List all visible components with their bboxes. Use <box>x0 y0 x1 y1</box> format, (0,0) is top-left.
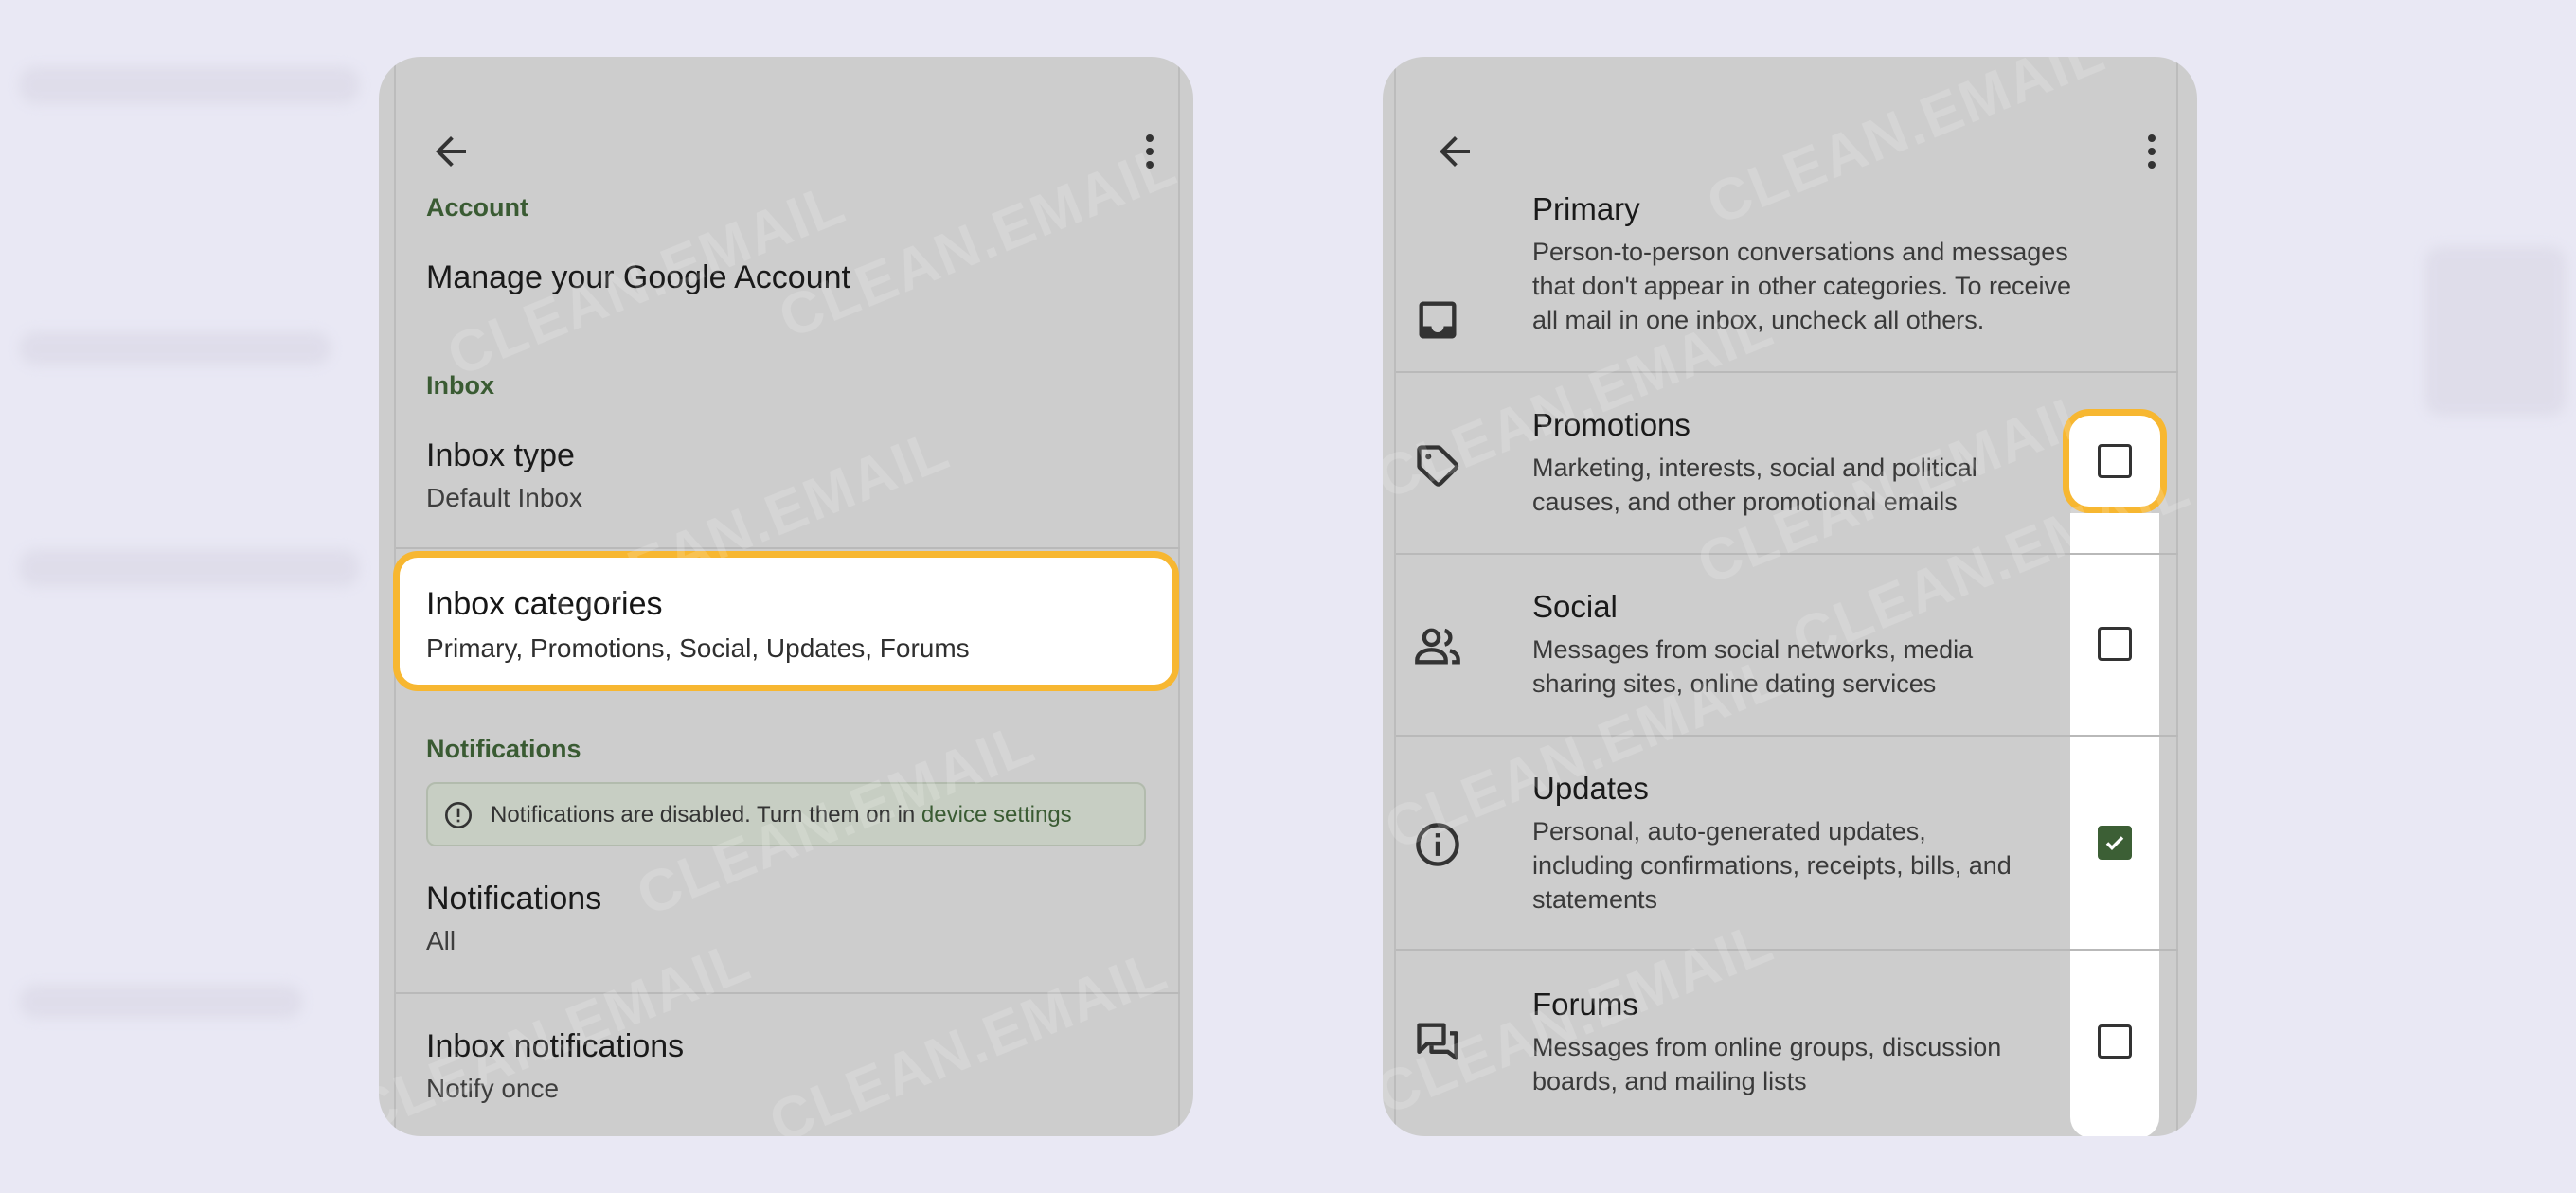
notifications-value: All <box>426 926 456 955</box>
section-notifications-label: Notifications <box>426 735 581 763</box>
divider <box>1396 371 2178 373</box>
updates-checkbox[interactable] <box>2098 826 2132 860</box>
divider <box>396 992 1180 994</box>
divider <box>1396 553 2178 555</box>
background-blur <box>19 985 303 1019</box>
inbox-categories-title: Inbox categories <box>426 586 663 622</box>
edge-line <box>1394 57 1396 1136</box>
divider <box>1396 949 2178 951</box>
notifications-title[interactable]: Notifications <box>426 881 601 917</box>
background-blur <box>19 331 331 365</box>
inbox-icon <box>1419 301 1457 339</box>
arrow-left-icon[interactable] <box>428 129 474 174</box>
category-title: Forums <box>1532 987 1638 1022</box>
category-description: Person-to-person conversations and messa… <box>1532 238 2072 334</box>
divider <box>396 547 1180 549</box>
inbox-categories-screen: Primary Person-to-person conversations a… <box>1383 57 2197 1136</box>
watermark: CLEAN.EMAIL <box>760 937 1177 1136</box>
category-title: Updates <box>1532 771 1649 806</box>
forum-icon <box>1417 1023 1458 1060</box>
inbox-notifications-value: Notify once <box>426 1074 560 1103</box>
inbox-categories-value: Primary, Promotions, Social, Updates, Fo… <box>426 633 970 663</box>
background-blur <box>19 549 360 587</box>
promotions-checkbox[interactable] <box>2098 444 2132 478</box>
inbox-categories-item[interactable]: Inbox categories Primary, Promotions, So… <box>393 551 1179 691</box>
edge-line <box>2176 57 2178 1136</box>
people-icon <box>1415 628 1460 665</box>
section-account-label: Account <box>426 193 528 222</box>
category-description: Marketing, interests, social and politic… <box>1532 454 1977 516</box>
category-description: Personal, auto-generated updates, includ… <box>1532 817 2012 914</box>
device-settings-link[interactable]: device settings <box>921 802 1072 828</box>
background-blur <box>19 66 360 104</box>
tag-icon <box>1417 445 1459 487</box>
error-outline-icon <box>445 802 472 828</box>
category-title: Promotions <box>1532 407 1690 442</box>
arrow-left-icon[interactable] <box>1432 129 1477 174</box>
category-description: Messages from social networks, media sha… <box>1532 635 1974 698</box>
inbox-notifications-title[interactable]: Inbox notifications <box>426 1028 684 1065</box>
watermark: CLEAN.EMAIL <box>770 133 1187 351</box>
check-icon <box>2105 836 2124 850</box>
divider <box>1396 735 2178 737</box>
section-inbox-label: Inbox <box>426 371 494 400</box>
inbox-type-title[interactable]: Inbox type <box>426 437 575 474</box>
background-blur <box>2424 246 2567 417</box>
forums-checkbox[interactable] <box>2098 1024 2132 1059</box>
manage-google-account[interactable]: Manage your Google Account <box>426 259 850 296</box>
watermark: CLEAN.EMAIL <box>1698 57 2115 238</box>
notice-text: Notifications are disabled. Turn them on… <box>491 802 1072 828</box>
category-description: Messages from online groups, discussion … <box>1532 1033 2002 1095</box>
settings-screen: Account Manage your Google Account Inbox… <box>379 57 1193 1136</box>
category-title: Primary <box>1532 191 1640 226</box>
inbox-type-value: Default Inbox <box>426 483 582 512</box>
more-vert-icon[interactable] <box>2129 129 2174 174</box>
info-icon <box>1416 823 1459 866</box>
social-checkbox[interactable] <box>2098 627 2132 661</box>
more-vert-icon[interactable] <box>1127 129 1172 174</box>
category-title: Social <box>1532 589 1618 624</box>
notifications-disabled-banner: Notifications are disabled. Turn them on… <box>426 782 1146 846</box>
